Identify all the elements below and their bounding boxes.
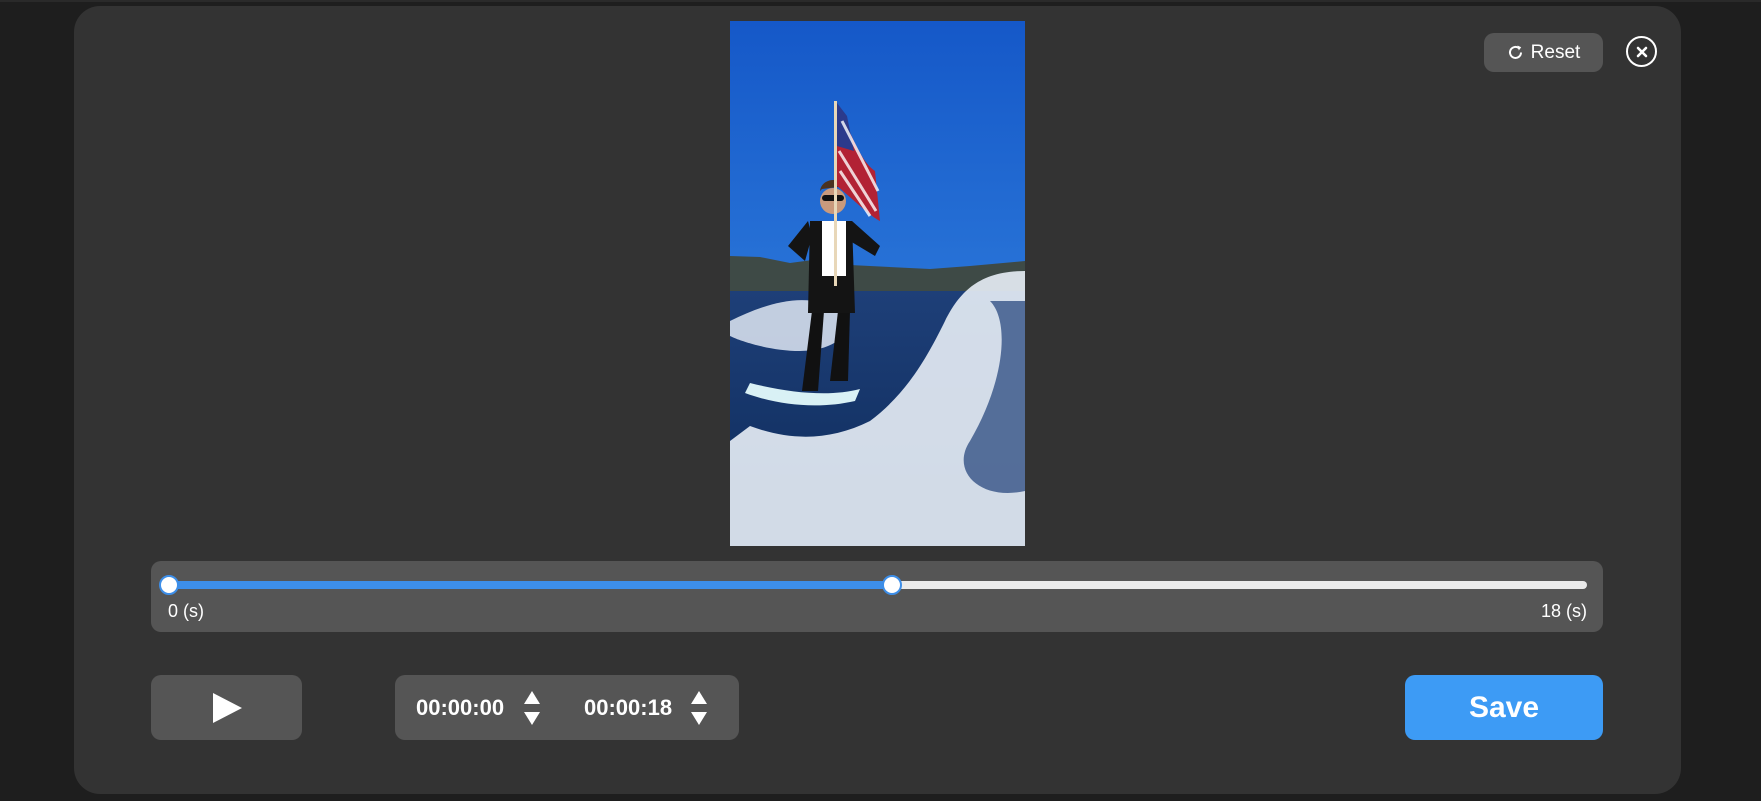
save-button[interactable]: Save bbox=[1405, 675, 1603, 740]
reset-label: Reset bbox=[1530, 41, 1581, 63]
start-time-stepper[interactable] bbox=[523, 691, 541, 725]
close-icon bbox=[1636, 46, 1647, 57]
close-button[interactable] bbox=[1626, 36, 1657, 67]
reset-button[interactable]: Reset bbox=[1484, 33, 1603, 72]
up-arrow-icon[interactable] bbox=[691, 691, 707, 704]
top-divider bbox=[0, 0, 1761, 2]
video-preview[interactable] bbox=[730, 21, 1025, 546]
down-arrow-icon[interactable] bbox=[524, 712, 540, 725]
end-time-stepper[interactable] bbox=[690, 691, 708, 725]
video-frame-image bbox=[730, 21, 1025, 546]
refresh-icon bbox=[1507, 44, 1524, 61]
slider-selected-range bbox=[169, 581, 893, 589]
time-range-panel: 00:00:00 00:00:18 bbox=[395, 675, 739, 740]
play-icon bbox=[212, 692, 242, 723]
slider-start-handle[interactable] bbox=[159, 575, 179, 595]
up-arrow-icon[interactable] bbox=[524, 691, 540, 704]
slider-end-handle[interactable] bbox=[882, 575, 903, 595]
play-button[interactable] bbox=[151, 675, 302, 740]
slider-min-label: 0 (s) bbox=[168, 601, 204, 621]
slider-max-label: 18 (s) bbox=[1540, 601, 1587, 621]
trim-slider-panel: 0 (s) 18 (s) bbox=[151, 561, 1603, 632]
video-trim-modal: Reset 0 (s) 18 (s) 00:00:00 00:00:18 Sav… bbox=[74, 6, 1681, 794]
end-time-field[interactable]: 00:00:18 bbox=[584, 675, 672, 740]
down-arrow-icon[interactable] bbox=[691, 712, 707, 725]
start-time-field[interactable]: 00:00:00 bbox=[416, 675, 504, 740]
